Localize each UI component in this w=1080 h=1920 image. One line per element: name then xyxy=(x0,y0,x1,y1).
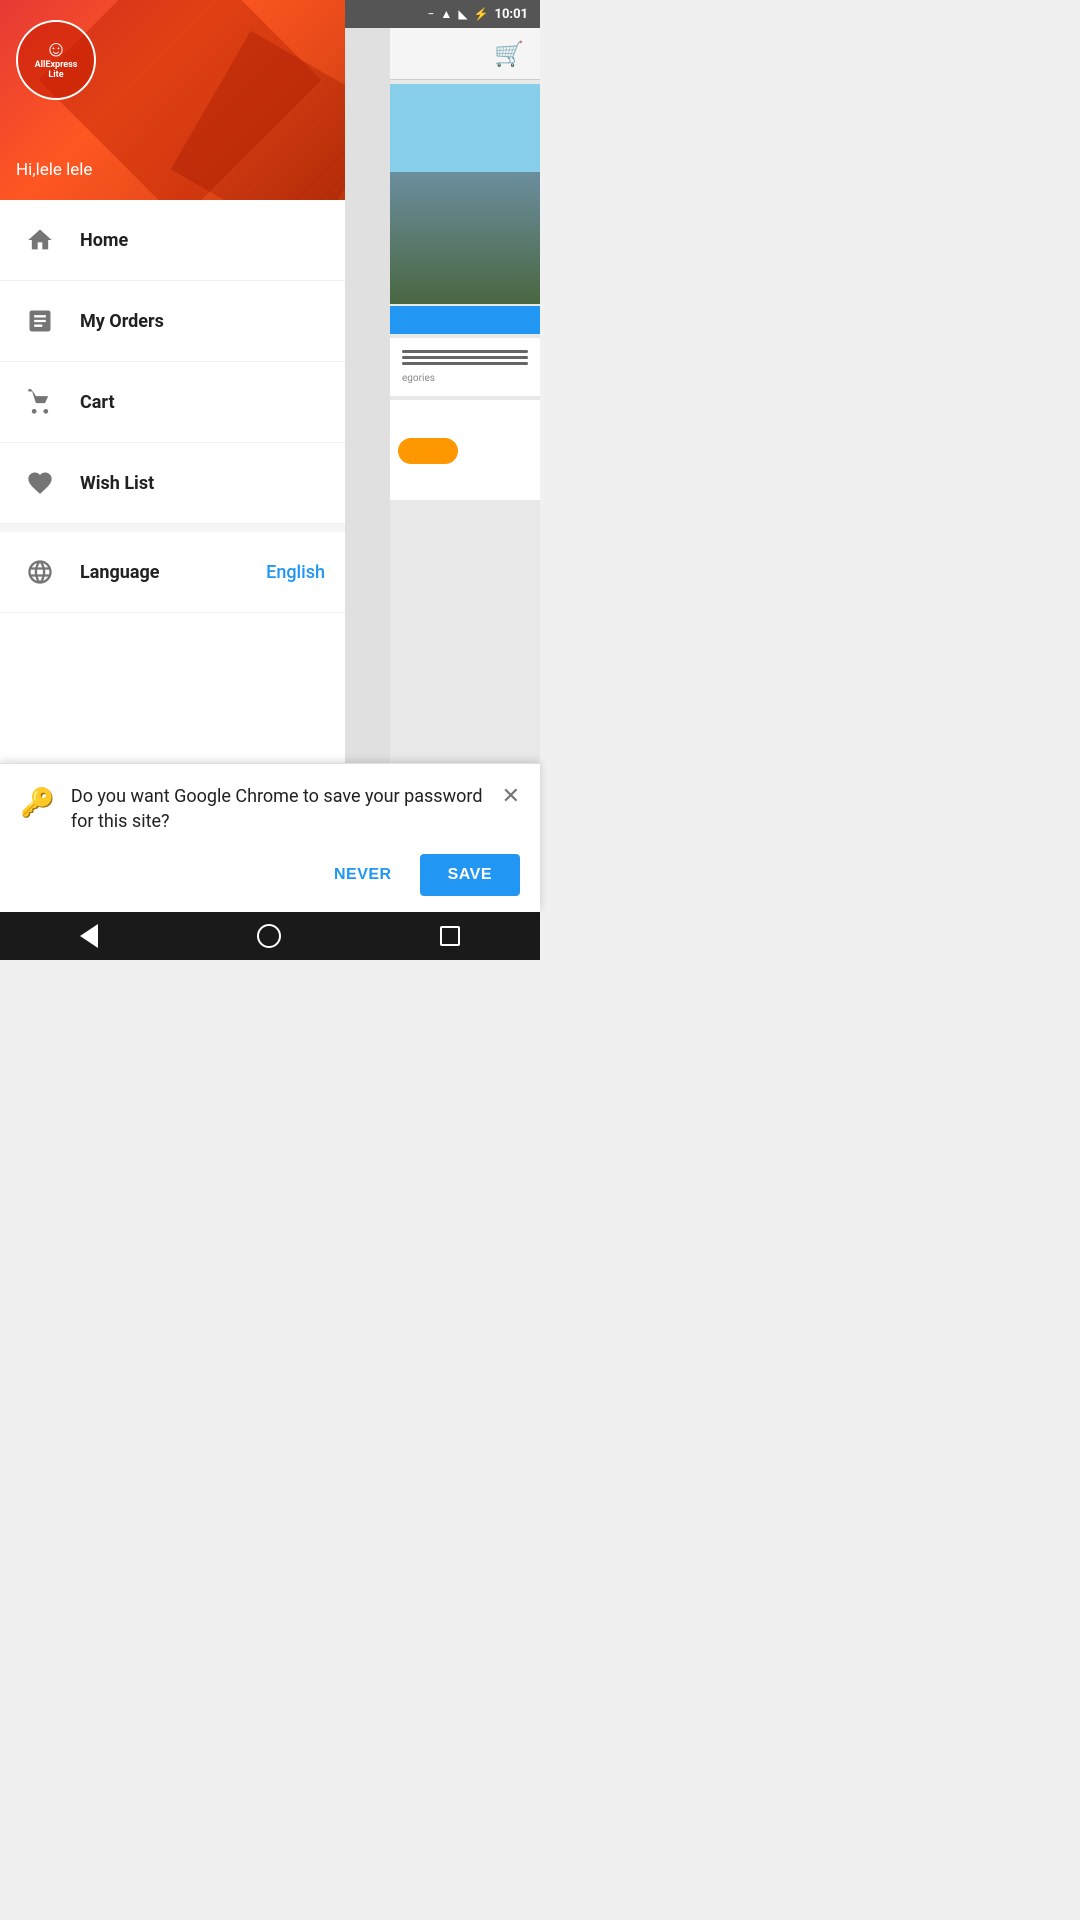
dialog-top-row: 🔑 Do you want Google Chrome to save your… xyxy=(20,784,520,834)
background-orange-button xyxy=(398,438,458,464)
logo-text: AllExpress Lite xyxy=(35,61,78,81)
status-time: 10:01 xyxy=(495,7,529,22)
signal-icon: ◣ xyxy=(458,7,467,21)
language-value: English xyxy=(266,562,325,583)
categories-text: egories xyxy=(398,369,532,388)
menu-language-label: Language xyxy=(80,562,159,583)
status-bar-right: − ▲ ◣ ⚡ 10:01 xyxy=(428,7,528,22)
key-icon: 🔑 xyxy=(20,786,55,819)
minus-icon: − xyxy=(428,7,435,21)
background-panel: egories xyxy=(390,338,540,396)
menu-cart-label: Cart xyxy=(80,392,115,413)
nav-recent-button[interactable] xyxy=(416,918,484,954)
hamburger-icon xyxy=(398,346,532,369)
menu-item-orders[interactable]: My Orders xyxy=(0,281,345,362)
globe-icon xyxy=(20,552,60,592)
dialog-close-button[interactable]: ✕ xyxy=(502,784,520,809)
menu-item-cart[interactable]: Cart xyxy=(0,362,345,443)
wifi-icon: ▲ xyxy=(440,7,452,21)
orders-icon xyxy=(20,301,60,341)
background-image xyxy=(390,84,540,304)
background-panel-2 xyxy=(390,400,540,500)
drawer-greeting: Hi,lele lele xyxy=(16,160,92,180)
logo: ☺ AllExpress Lite xyxy=(16,20,96,100)
menu-wishlist-label: Wish List xyxy=(80,473,154,494)
battery-icon: ⚡ xyxy=(474,7,489,21)
home-icon xyxy=(20,220,60,260)
password-dialog: 🔑 Do you want Google Chrome to save your… xyxy=(0,763,540,912)
save-button[interactable]: SAVE xyxy=(420,854,520,896)
menu-item-home[interactable]: Home xyxy=(0,200,345,281)
bottom-nav xyxy=(0,912,540,960)
cart-menu-icon xyxy=(20,382,60,422)
nav-home-button[interactable] xyxy=(233,916,305,956)
dialog-buttons: NEVER SAVE xyxy=(20,854,520,896)
menu-orders-label: My Orders xyxy=(80,311,164,332)
app-bar: 🛒 xyxy=(390,28,540,80)
menu-item-wishlist[interactable]: Wish List xyxy=(0,443,345,524)
background-blue-bar xyxy=(390,306,540,334)
nav-back-button[interactable] xyxy=(56,916,122,956)
dialog-message: Do you want Google Chrome to save your p… xyxy=(71,784,486,834)
menu-home-label: Home xyxy=(80,230,128,251)
never-button[interactable]: NEVER xyxy=(318,856,408,894)
cart-icon[interactable]: 🛒 xyxy=(494,40,524,68)
back-triangle-icon xyxy=(80,924,98,948)
menu-divider xyxy=(0,524,345,532)
logo-smile-icon: ☺ xyxy=(45,39,67,61)
heart-icon xyxy=(20,463,60,503)
drawer-header: ☺ AllExpress Lite Hi,lele lele xyxy=(0,0,345,200)
home-circle-icon xyxy=(257,924,281,948)
menu-item-language[interactable]: Language English xyxy=(0,532,345,613)
recent-square-icon xyxy=(440,926,460,946)
